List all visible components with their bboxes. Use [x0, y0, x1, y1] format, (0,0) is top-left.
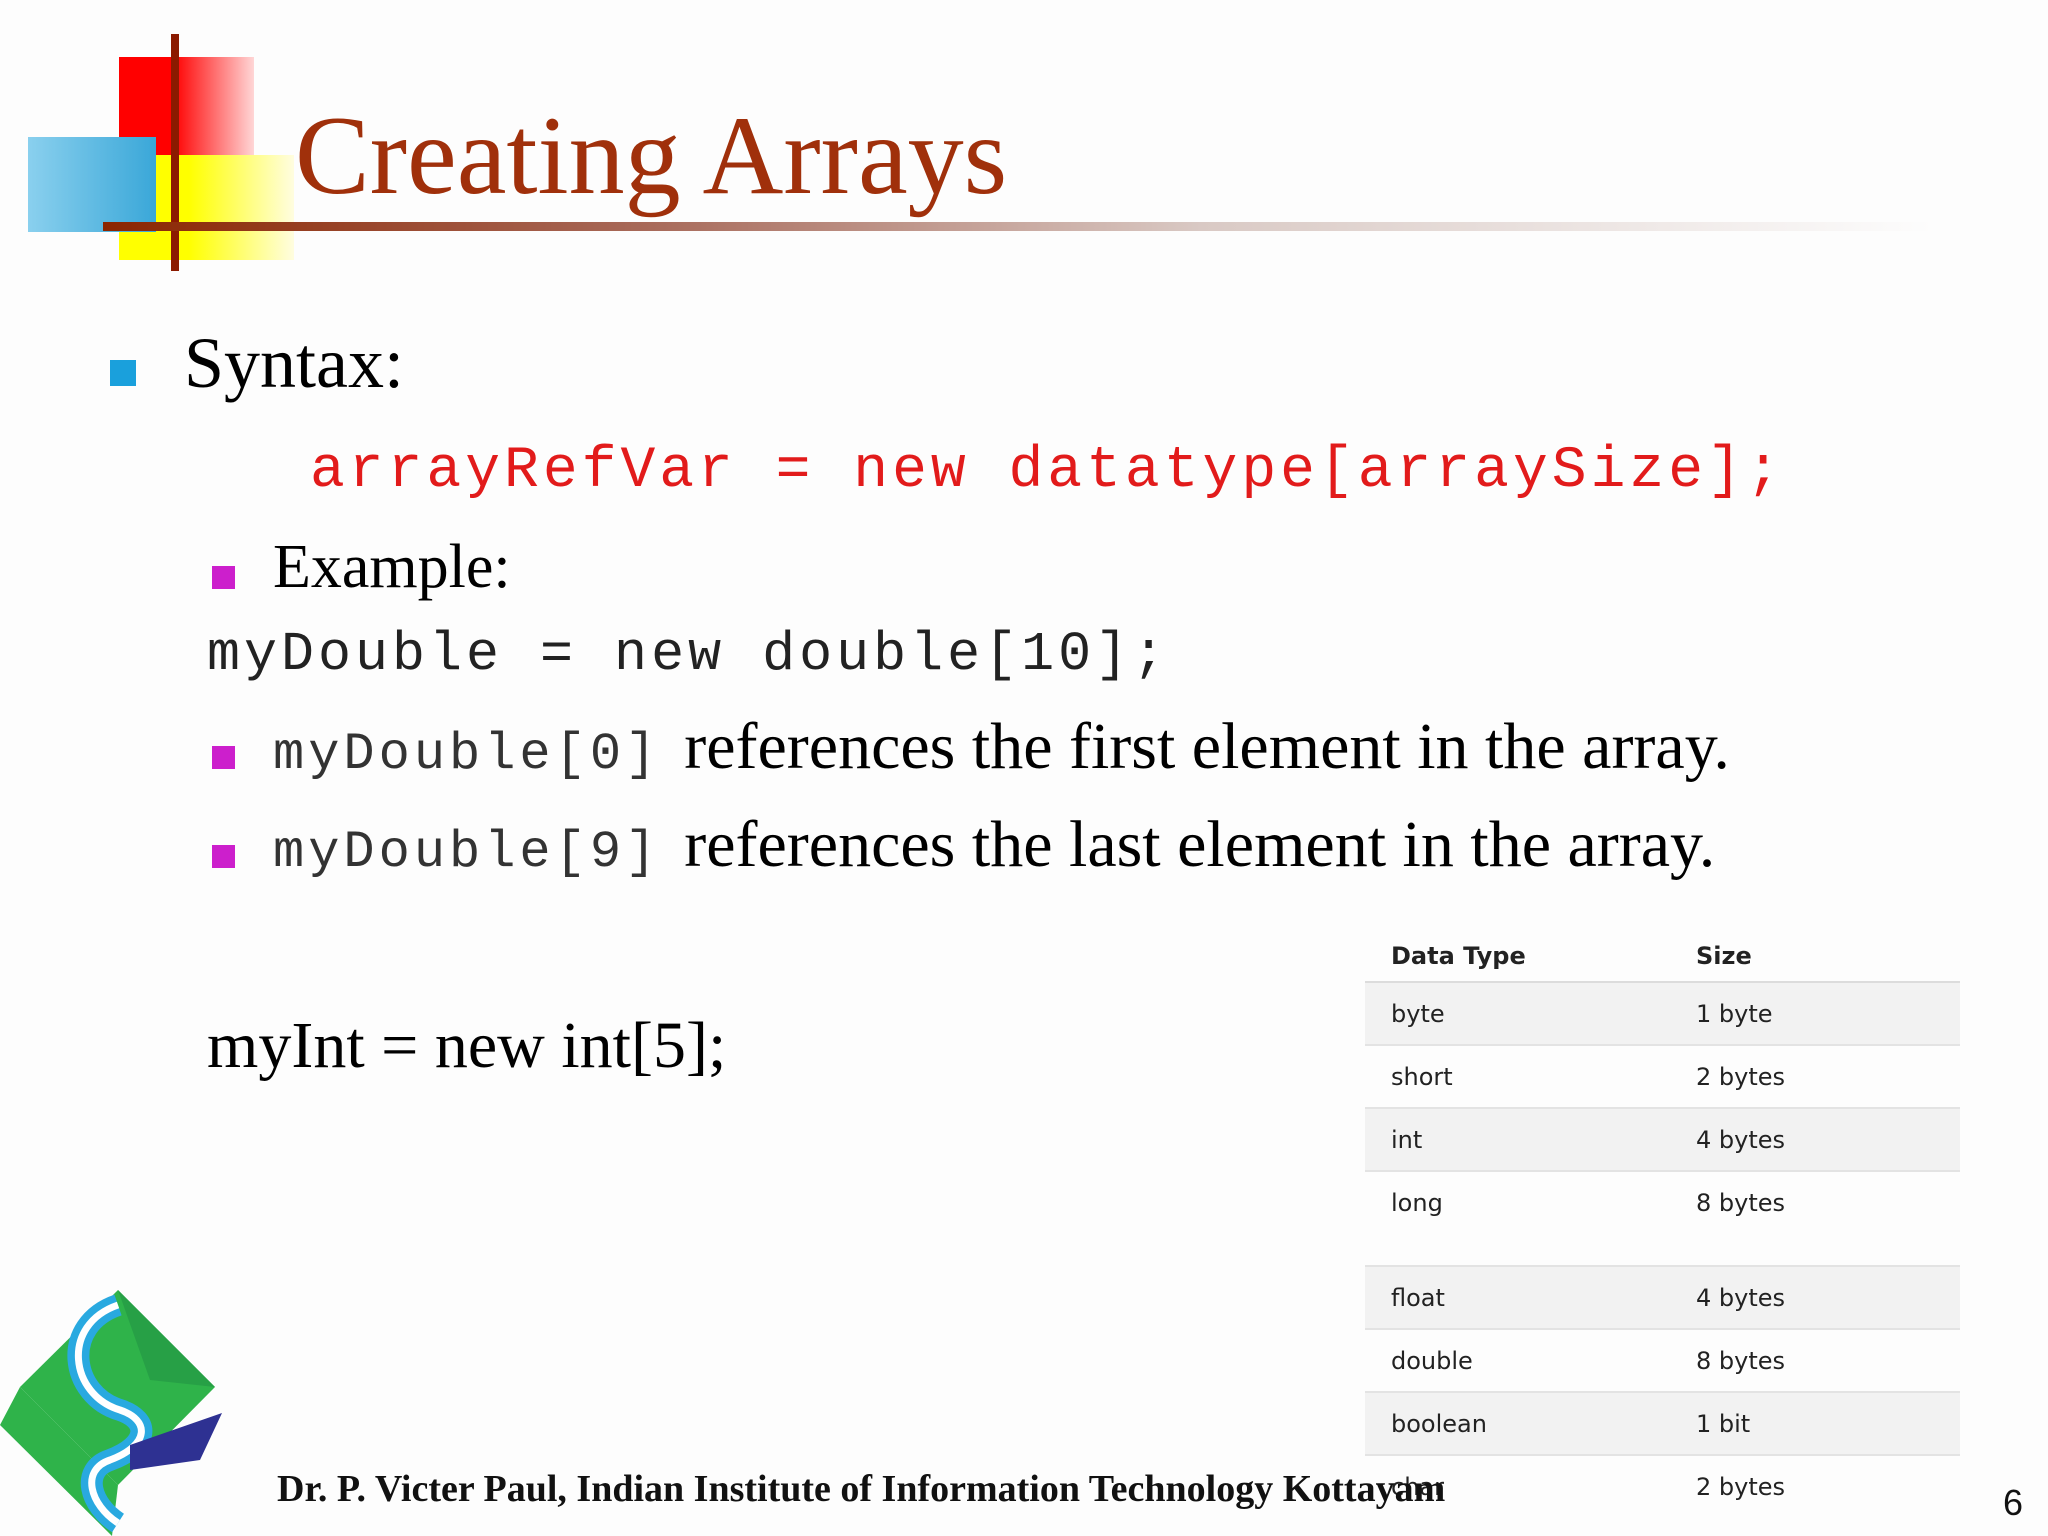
reference-first-line: myDouble[0] references the first element … — [273, 714, 1730, 781]
table-gap — [1365, 1233, 1960, 1267]
table-cell: double — [1391, 1346, 1473, 1375]
table-cell: 4 bytes — [1696, 1125, 1786, 1154]
reference-first-text: references the first element in the arra… — [684, 710, 1730, 783]
reference-last-text: references the last element in the array… — [684, 808, 1716, 881]
table-row: float 4 bytes — [1365, 1267, 1960, 1330]
table-row: int 4 bytes — [1365, 1109, 1960, 1172]
table-cell: 2 bytes — [1696, 1472, 1786, 1501]
reference-last-code: myDouble[9] — [273, 823, 661, 882]
bullet-square-icon — [110, 360, 136, 386]
table-cell: 2 bytes — [1696, 1062, 1786, 1091]
table-header-row: Data Type Size — [1365, 930, 1960, 983]
table-row: char 2 bytes — [1365, 1456, 1960, 1517]
syntax-code: arrayRefVar = new datatype[arraySize]; — [310, 439, 1785, 504]
table-cell: long — [1391, 1188, 1443, 1217]
table-header-cell: Size — [1696, 941, 1752, 970]
table-cell: int — [1391, 1125, 1423, 1154]
slide: Creating Arrays Syntax: arrayRefVar = ne… — [0, 0, 2048, 1536]
table-row: short 2 bytes — [1365, 1046, 1960, 1109]
example-code: myDouble = new double[10]; — [207, 623, 1170, 686]
title-underline — [103, 222, 1933, 231]
institute-logo-icon — [0, 1290, 222, 1536]
table-cell: 1 bit — [1696, 1409, 1751, 1438]
bullet-square-icon — [212, 845, 235, 868]
myint-example: myInt = new int[5]; — [207, 1009, 727, 1082]
page-number: 6 — [2003, 1482, 2024, 1523]
reference-last-line: myDouble[9] references the last element i… — [273, 812, 1715, 879]
reference-first-code: myDouble[0] — [273, 725, 661, 784]
table-cell: 8 bytes — [1696, 1188, 1786, 1217]
table-header-cell: Data Type — [1391, 941, 1526, 970]
table-cell: byte — [1391, 999, 1445, 1028]
table-row: double 8 bytes — [1365, 1330, 1960, 1393]
syntax-label: Syntax: — [184, 323, 405, 403]
table-cell: boolean — [1391, 1409, 1487, 1438]
table-row: long 8 bytes — [1365, 1172, 1960, 1233]
data-type-table: Data Type Size byte 1 byte short 2 bytes… — [1365, 930, 1960, 1517]
decor-blue-block — [28, 137, 156, 232]
bullet-square-icon — [212, 746, 235, 769]
example-label: Example: — [273, 533, 511, 601]
footer-author: Dr. P. Victer Paul, Indian Institute of … — [277, 1468, 1446, 1510]
table-row: boolean 1 bit — [1365, 1393, 1960, 1456]
slide-title: Creating Arrays — [295, 94, 1008, 218]
table-row: byte 1 byte — [1365, 983, 1960, 1046]
table-cell: float — [1391, 1283, 1445, 1312]
table-cell: 8 bytes — [1696, 1346, 1786, 1375]
table-cell: 4 bytes — [1696, 1283, 1786, 1312]
table-cell: 1 byte — [1696, 999, 1773, 1028]
bullet-square-icon — [212, 566, 235, 589]
table-cell: short — [1391, 1062, 1453, 1091]
decor-vertical-line — [171, 34, 179, 271]
